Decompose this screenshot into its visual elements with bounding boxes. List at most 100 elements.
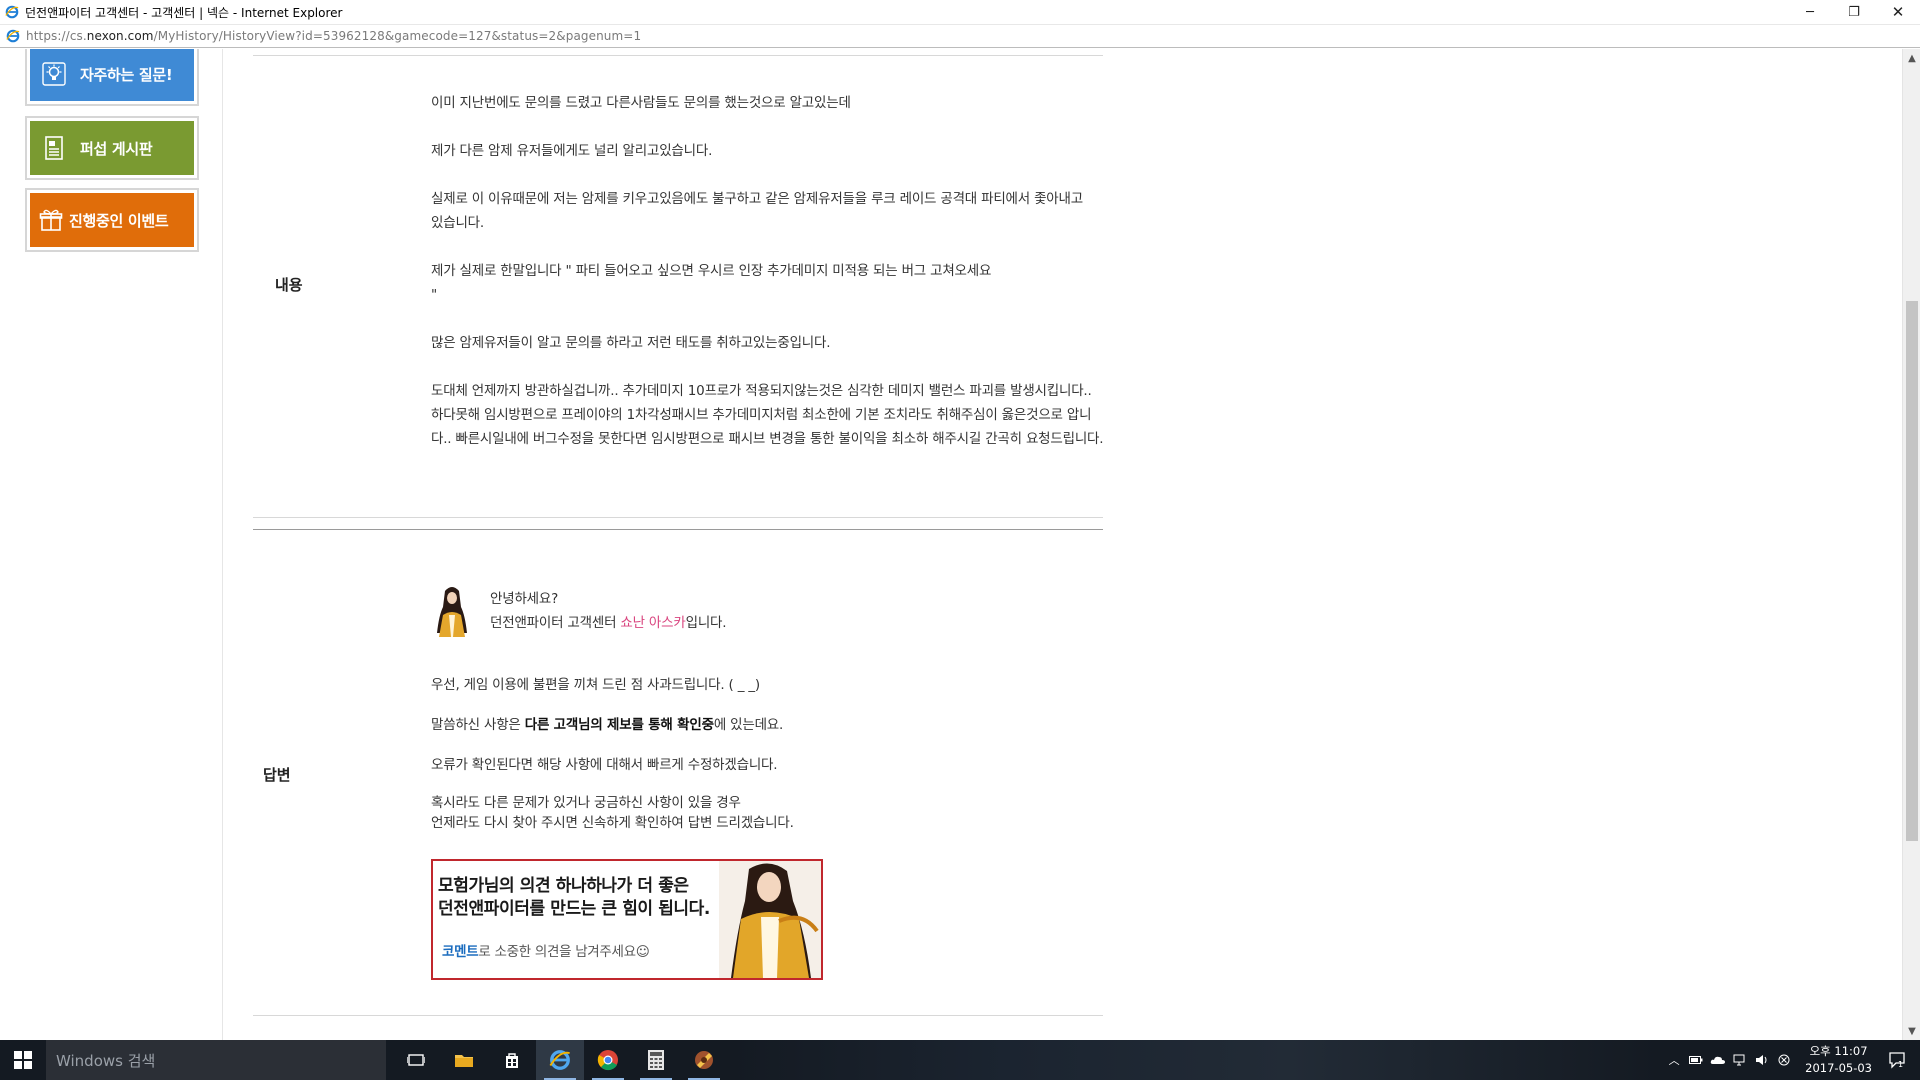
- event-label: 진행중인 이벤트: [69, 211, 169, 230]
- answer-line-text: 에 있는데요.: [713, 717, 784, 733]
- restore-button[interactable]: ❐: [1832, 0, 1876, 24]
- inquiry-paragraph: 실제로 이 이유때문에 저는 암제를 키우고있음에도 불구하고 같은 암제유저들…: [431, 191, 1083, 231]
- close-button[interactable]: ✕: [1876, 0, 1920, 24]
- store-button[interactable]: [488, 1040, 536, 1080]
- task-view-button[interactable]: [392, 1040, 440, 1080]
- board-banner-inner: 퍼섭 게시판: [30, 121, 194, 175]
- inquiry-label: 내용: [275, 276, 303, 294]
- promo-headline-line: 모험가님의 의견 하나하나가 더 좋은: [438, 876, 689, 896]
- lightbulb-icon: [42, 62, 66, 86]
- minimize-button[interactable]: ─: [1788, 0, 1832, 24]
- system-tray: ︿ 오후 11:07 2017-05-03 1: [1663, 1040, 1920, 1080]
- promo-subtext-rest: 로 소중한 의견을 남겨주세요☺: [478, 944, 650, 960]
- windows-taskbar: Windows 검색 ︿ 오후 11:07 2017-05-03 1: [0, 1040, 1920, 1080]
- answer-greeting: 안녕하세요?: [490, 591, 559, 607]
- answer-intro: 던전앤파이터 고객센터 쇼난 아스카입니다.: [490, 611, 727, 631]
- board-banner[interactable]: 퍼섭 게시판: [25, 116, 199, 180]
- calculator-icon: [648, 1050, 664, 1070]
- battery-icon[interactable]: [1685, 1040, 1707, 1080]
- inquiry-paragraph: 이미 지난번에도 문의를 드렸고 다른사람들도 문의를 했는것으로 알고있는데: [431, 95, 851, 111]
- inquiry-paragraph: 제가 실제로 한말입니다 " 파티 들어오고 싶으면 우시르 인장 추가데미지 …: [431, 263, 992, 303]
- inquiry-paragraph: 많은 암제유저들이 알고 문의를 하라고 저런 태도를 취하고있는중입니다.: [431, 335, 831, 351]
- clock-time: 오후 11:07: [1809, 1044, 1868, 1058]
- start-button[interactable]: [0, 1040, 46, 1080]
- promo-headline: 모험가님의 의견 하나하나가 더 좋은 던전앤파이터를 만드는 큰 힘이 됩니다…: [438, 875, 710, 921]
- calculator-taskbar-button[interactable]: [632, 1040, 680, 1080]
- restore-icon: ❐: [1848, 4, 1860, 20]
- url-prefix: https://cs.: [26, 29, 87, 43]
- minimize-icon: ─: [1806, 4, 1814, 20]
- faq-banner[interactable]: 자주하는 질문!: [25, 49, 199, 106]
- taskbar-search[interactable]: Windows 검색: [46, 1040, 386, 1080]
- url-path: /MyHistory/HistoryView?id=53962128&gamec…: [153, 29, 642, 43]
- network-icon[interactable]: [1729, 1040, 1751, 1080]
- notification-icon: 1: [1889, 1052, 1905, 1069]
- scroll-thumb[interactable]: [1906, 301, 1918, 841]
- scroll-down-arrow-icon[interactable]: ▼: [1903, 1022, 1920, 1040]
- internet-explorer-icon: [5, 5, 19, 19]
- inquiry-detail: 내용 이미 지난번에도 문의를 드렸고 다른사람들도 문의를 했는것으로 알고있…: [253, 49, 1104, 1040]
- onedrive-cloud-icon[interactable]: [1707, 1040, 1729, 1080]
- file-explorer-button[interactable]: [440, 1040, 488, 1080]
- folder-icon: [455, 1055, 473, 1067]
- ime-status-icon[interactable]: [1773, 1040, 1795, 1080]
- internet-explorer-icon: [549, 1050, 570, 1070]
- url-domain: nexon.com: [86, 29, 154, 43]
- game-client-taskbar-button[interactable]: [680, 1040, 728, 1080]
- chrome-taskbar-button[interactable]: [584, 1040, 632, 1080]
- notification-count: 1: [1898, 1060, 1903, 1069]
- task-view-icon: [407, 1054, 425, 1066]
- clock-date: 2017-05-03: [1805, 1061, 1872, 1075]
- answer-intro-text: 던전앤파이터 고객센터: [490, 615, 621, 631]
- answer-line: 우선, 게임 이용에 불편을 끼쳐 드린 점 사과드립니다. ( _ _): [431, 677, 760, 693]
- gift-icon: [39, 208, 63, 232]
- comment-link[interactable]: 코멘트: [442, 944, 479, 960]
- agent-name: 쇼난 아스카: [620, 615, 686, 631]
- top-divider: [253, 55, 1103, 56]
- volume-icon[interactable]: [1751, 1040, 1773, 1080]
- left-sidebar: 자주하는 질문! 퍼섭 게시판 진행중인 이벤트: [0, 49, 223, 1040]
- comment-promo-banner[interactable]: 모험가님의 의견 하나하나가 더 좋은 던전앤파이터를 만드는 큰 힘이 됩니다…: [431, 859, 823, 980]
- window-titlebar: 던전앤파이터 고객센터 - 고객센터 | 넥슨 - Internet Explo…: [0, 0, 1920, 24]
- taskbar-empty-area: [728, 1040, 1664, 1080]
- answer-top-divider: [253, 529, 1103, 530]
- board-label: 퍼섭 게시판: [80, 139, 153, 158]
- document-icon: [42, 136, 66, 160]
- vertical-scrollbar[interactable]: ▲ ▼: [1902, 49, 1920, 1040]
- taskbar-search-placeholder: Windows 검색: [56, 1051, 156, 1070]
- page-viewport: 자주하는 질문! 퍼섭 게시판 진행중인 이벤트 내용 이미 지난번에도 문의를…: [0, 49, 1902, 1040]
- game-icon: [695, 1051, 713, 1069]
- page-favicon-icon: [6, 29, 20, 43]
- answer-intro-suffix: 입니다.: [685, 615, 727, 631]
- faq-banner-inner: 자주하는 질문!: [30, 49, 194, 101]
- taskbar-pinned-apps: [392, 1040, 728, 1080]
- answer-line-text: 말씀하신 사항은: [431, 717, 525, 733]
- inquiry-paragraph: 제가 다른 암제 유저들에게도 널리 알리고있습니다.: [431, 143, 713, 159]
- event-banner-inner: 진행중인 이벤트: [30, 193, 194, 247]
- chrome-icon: [597, 1050, 618, 1071]
- promo-subtext: 코멘트로 소중한 의견을 남겨주세요☺: [442, 940, 650, 960]
- answer-line: 말씀하신 사항은 다른 고객님의 제보를 통해 확인중에 있는데요.: [431, 713, 1111, 737]
- taskbar-clock[interactable]: 오후 11:07 2017-05-03: [1805, 1043, 1872, 1077]
- faq-label: 자주하는 질문!: [80, 65, 173, 84]
- character-illustration: [719, 861, 821, 978]
- agent-avatar: [431, 585, 473, 637]
- answer-line-bold: 다른 고객님의 제보를 통해 확인중: [524, 717, 714, 733]
- window-title: 던전앤파이터 고객센터 - 고객센터 | 넥슨 - Internet Explo…: [25, 5, 343, 20]
- action-center-button[interactable]: 1: [1880, 1040, 1914, 1080]
- answer-bottom-divider: [253, 1015, 1103, 1016]
- url-text[interactable]: https://cs.nexon.com/MyHistory/HistoryVi…: [26, 29, 641, 43]
- inquiry-paragraph: 도대체 언제까지 방관하실겁니까.. 추가데미지 10프로가 적용되지않는것은 …: [431, 383, 1104, 447]
- event-banner[interactable]: 진행중인 이벤트: [25, 188, 199, 252]
- inquiry-bottom-divider: [253, 517, 1103, 518]
- close-icon: ✕: [1891, 3, 1905, 21]
- answer-line: 혹시라도 다른 문제가 있거나 궁금하신 사항이 있을 경우: [431, 795, 741, 811]
- internet-explorer-taskbar-button[interactable]: [536, 1040, 584, 1080]
- scroll-up-arrow-icon[interactable]: ▲: [1903, 49, 1920, 67]
- store-icon: [506, 1053, 518, 1068]
- address-bar[interactable]: https://cs.nexon.com/MyHistory/HistoryVi…: [0, 24, 1920, 48]
- windows-logo-icon: [14, 1051, 32, 1069]
- answer-label: 답변: [263, 766, 291, 784]
- promo-headline-line: 던전앤파이터를 만드는 큰 힘이 됩니다.: [438, 899, 710, 919]
- show-hidden-icons-icon[interactable]: ︿: [1663, 1040, 1685, 1080]
